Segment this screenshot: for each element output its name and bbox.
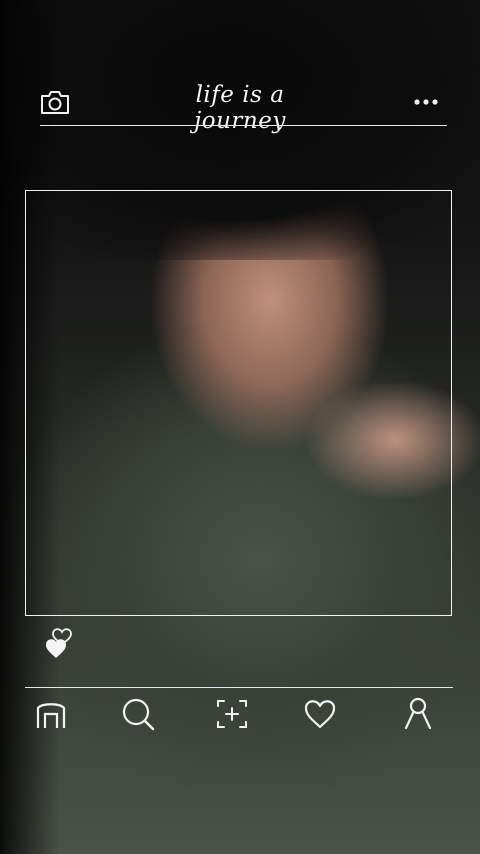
app-title: life is a journey (194, 82, 286, 134)
nav-divider (25, 687, 453, 688)
camera-icon[interactable] (38, 88, 72, 116)
profile-icon[interactable] (398, 694, 438, 734)
hearts-icon[interactable] (40, 626, 80, 666)
heart-icon[interactable] (300, 694, 340, 734)
add-post-icon[interactable] (212, 694, 252, 734)
home-icon[interactable] (32, 694, 72, 734)
search-icon[interactable] (118, 694, 158, 734)
post-photo-frame[interactable] (25, 190, 452, 616)
header-divider (40, 125, 447, 126)
more-dots-icon[interactable] (412, 92, 444, 112)
header-bar: life is a journey (0, 80, 480, 134)
bottom-nav (0, 694, 480, 738)
